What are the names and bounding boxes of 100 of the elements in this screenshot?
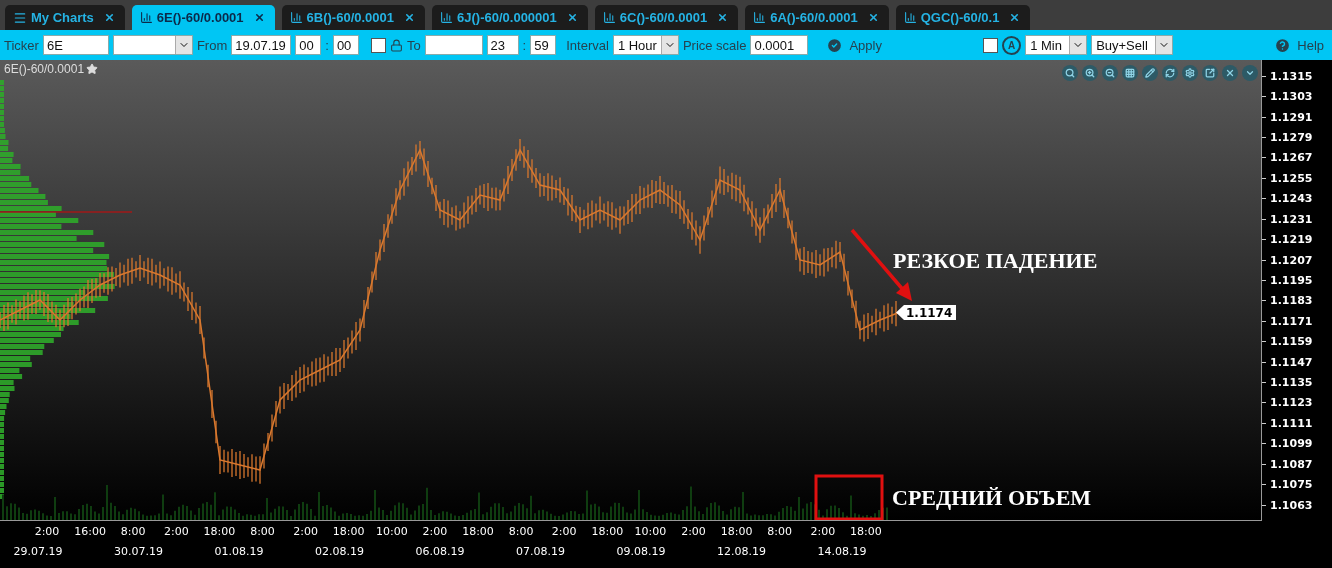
- time-axis-label: 2:00: [810, 525, 836, 538]
- settings-icon[interactable]: [1182, 65, 1198, 81]
- time-axis-label: 2:00: [551, 525, 577, 538]
- check-circle-icon: [826, 36, 844, 54]
- time-axis-label: 18:00: [462, 525, 494, 538]
- to-label: To: [406, 37, 421, 53]
- close-icon[interactable]: [1009, 12, 1021, 23]
- time-axis-label: 16:00: [74, 525, 106, 538]
- star-icon[interactable]: [86, 63, 99, 75]
- auto-checkbox[interactable]: [983, 37, 999, 53]
- ticker-dropdown[interactable]: [112, 35, 193, 55]
- bar-chart-icon: [139, 11, 153, 24]
- help-button[interactable]: Help: [1270, 36, 1328, 54]
- ticker-label: Ticker: [4, 37, 39, 53]
- chart-tab[interactable]: 6E()-60/0.0001: [131, 5, 275, 30]
- price-axis-label: 1.1075: [1262, 474, 1332, 495]
- date-axis-label: 12.08.19: [717, 545, 766, 558]
- close-icon[interactable]: [867, 12, 879, 23]
- price-axis-label: 1.1063: [1262, 494, 1332, 516]
- circled-letter-icon: A: [1002, 35, 1022, 55]
- ticker-field[interactable]: 6E: [42, 35, 109, 55]
- price-axis-label: 1.1255: [1262, 168, 1332, 189]
- price-axis-label: 1.1243: [1262, 188, 1332, 209]
- grid-icon[interactable]: [1122, 65, 1138, 81]
- chart-title: 6E()-60/0.0001: [4, 62, 85, 76]
- lock-icon: [389, 38, 403, 52]
- close-icon[interactable]: [717, 12, 729, 23]
- from-minute-field[interactable]: 00: [332, 35, 359, 55]
- date-axis-label: 29.07.19: [13, 545, 63, 558]
- pencil-icon[interactable]: [1142, 65, 1158, 81]
- zoom-reset-icon[interactable]: [1062, 65, 1078, 81]
- bar-chart-icon: [289, 11, 303, 24]
- price-axis-label: 1.1231: [1262, 208, 1332, 230]
- zoom-out-icon[interactable]: [1102, 65, 1118, 81]
- zoom-in-icon[interactable]: [1082, 65, 1098, 81]
- price-axis-label: 1.1135: [1262, 372, 1332, 393]
- close-icon[interactable]: [404, 12, 416, 23]
- bar-chart-icon: [602, 11, 616, 24]
- price-axis-label: 1.1267: [1262, 147, 1332, 169]
- date-axis-label: 14.08.19: [817, 545, 867, 558]
- price-axis-label: 1.1303: [1262, 86, 1332, 107]
- price-scale-field[interactable]: 0.0001: [750, 35, 809, 55]
- time-axis-label: 8:00: [767, 525, 793, 538]
- price-axis-label: 1.1279: [1262, 127, 1332, 148]
- refresh-icon[interactable]: [1162, 65, 1178, 81]
- time-axis-label: 18:00: [591, 525, 624, 538]
- side-dropdown[interactable]: Buy+Sell: [1091, 35, 1174, 55]
- to-minute-field[interactable]: 59: [530, 35, 557, 55]
- chart-tab[interactable]: 6B()-60/0.0001: [281, 5, 426, 30]
- time-axis-label: 18:00: [203, 525, 236, 538]
- price-axis-label: 1.1315: [1262, 66, 1332, 87]
- time-axis-label: 10:00: [634, 525, 667, 538]
- price-axis-label: 1.1147: [1262, 351, 1332, 373]
- price-axis-label: 1.1111: [1262, 413, 1332, 434]
- close-icon[interactable]: [566, 12, 578, 23]
- from-hour-field[interactable]: 00: [295, 35, 322, 55]
- chart-tab[interactable]: 6A()-60/0.0001: [745, 5, 889, 30]
- close-icon[interactable]: [103, 12, 115, 23]
- chevron-down-icon[interactable]: [1242, 65, 1258, 81]
- time-axis-label: 8:00: [508, 525, 534, 538]
- resolution-dropdown[interactable]: 1 Min: [1025, 35, 1088, 55]
- to-date-field[interactable]: [424, 35, 483, 55]
- chart-tab[interactable]: 6J()-60/0.000001: [432, 5, 588, 30]
- price-axis-label: 1.1099: [1262, 433, 1332, 454]
- bar-chart-icon: [903, 11, 917, 24]
- price-axis-label: 1.1207: [1262, 249, 1332, 271]
- date-axis-label: 02.08.19: [315, 545, 364, 558]
- close-icon[interactable]: [253, 12, 265, 23]
- price-axis-label: 1.1183: [1262, 290, 1332, 312]
- time-axis-label: 8:00: [120, 525, 146, 538]
- chart-tab[interactable]: QGC()-60/0.1: [895, 5, 1031, 30]
- price-axis-label: 1.1171: [1262, 311, 1332, 332]
- price-scale-label: Price scale: [682, 37, 747, 53]
- lock-checkbox[interactable]: [370, 37, 386, 53]
- price-axis-label: 1.1291: [1262, 106, 1332, 128]
- date-axis-label: 09.08.19: [616, 545, 666, 558]
- close-icon[interactable]: [1222, 65, 1238, 81]
- time-separator: :: [522, 37, 527, 53]
- interval-label: Interval: [566, 37, 609, 53]
- date-axis-label: 30.07.19: [114, 545, 163, 558]
- bar-chart-icon: [440, 11, 454, 24]
- time-axis-label: 2:00: [163, 525, 189, 538]
- highlight-frame: [814, 474, 884, 520]
- time-separator: :: [325, 37, 329, 53]
- date-axis-label: 07.08.19: [516, 545, 565, 558]
- chart-tab[interactable]: 6C()-60/0.0001: [594, 5, 739, 30]
- to-hour-field[interactable]: 23: [486, 35, 519, 55]
- chart-tab[interactable]: My Charts: [5, 5, 125, 30]
- price-axis-label: 1.1219: [1262, 229, 1332, 250]
- apply-button[interactable]: Apply: [822, 36, 886, 54]
- time-axis-label: 2:00: [34, 525, 60, 538]
- interval-dropdown[interactable]: 1 Hour: [612, 35, 679, 55]
- from-date-field[interactable]: 19.07.19: [231, 35, 292, 55]
- time-axis-label: 18:00: [720, 525, 753, 538]
- price-axis-label: 1.1195: [1262, 270, 1332, 291]
- time-axis-label: 10:00: [375, 525, 408, 538]
- from-label: From: [196, 37, 228, 53]
- price-axis-label: 1.1087: [1262, 454, 1332, 475]
- time-axis-label: 18:00: [850, 525, 882, 538]
- expand-icon[interactable]: [1202, 65, 1218, 81]
